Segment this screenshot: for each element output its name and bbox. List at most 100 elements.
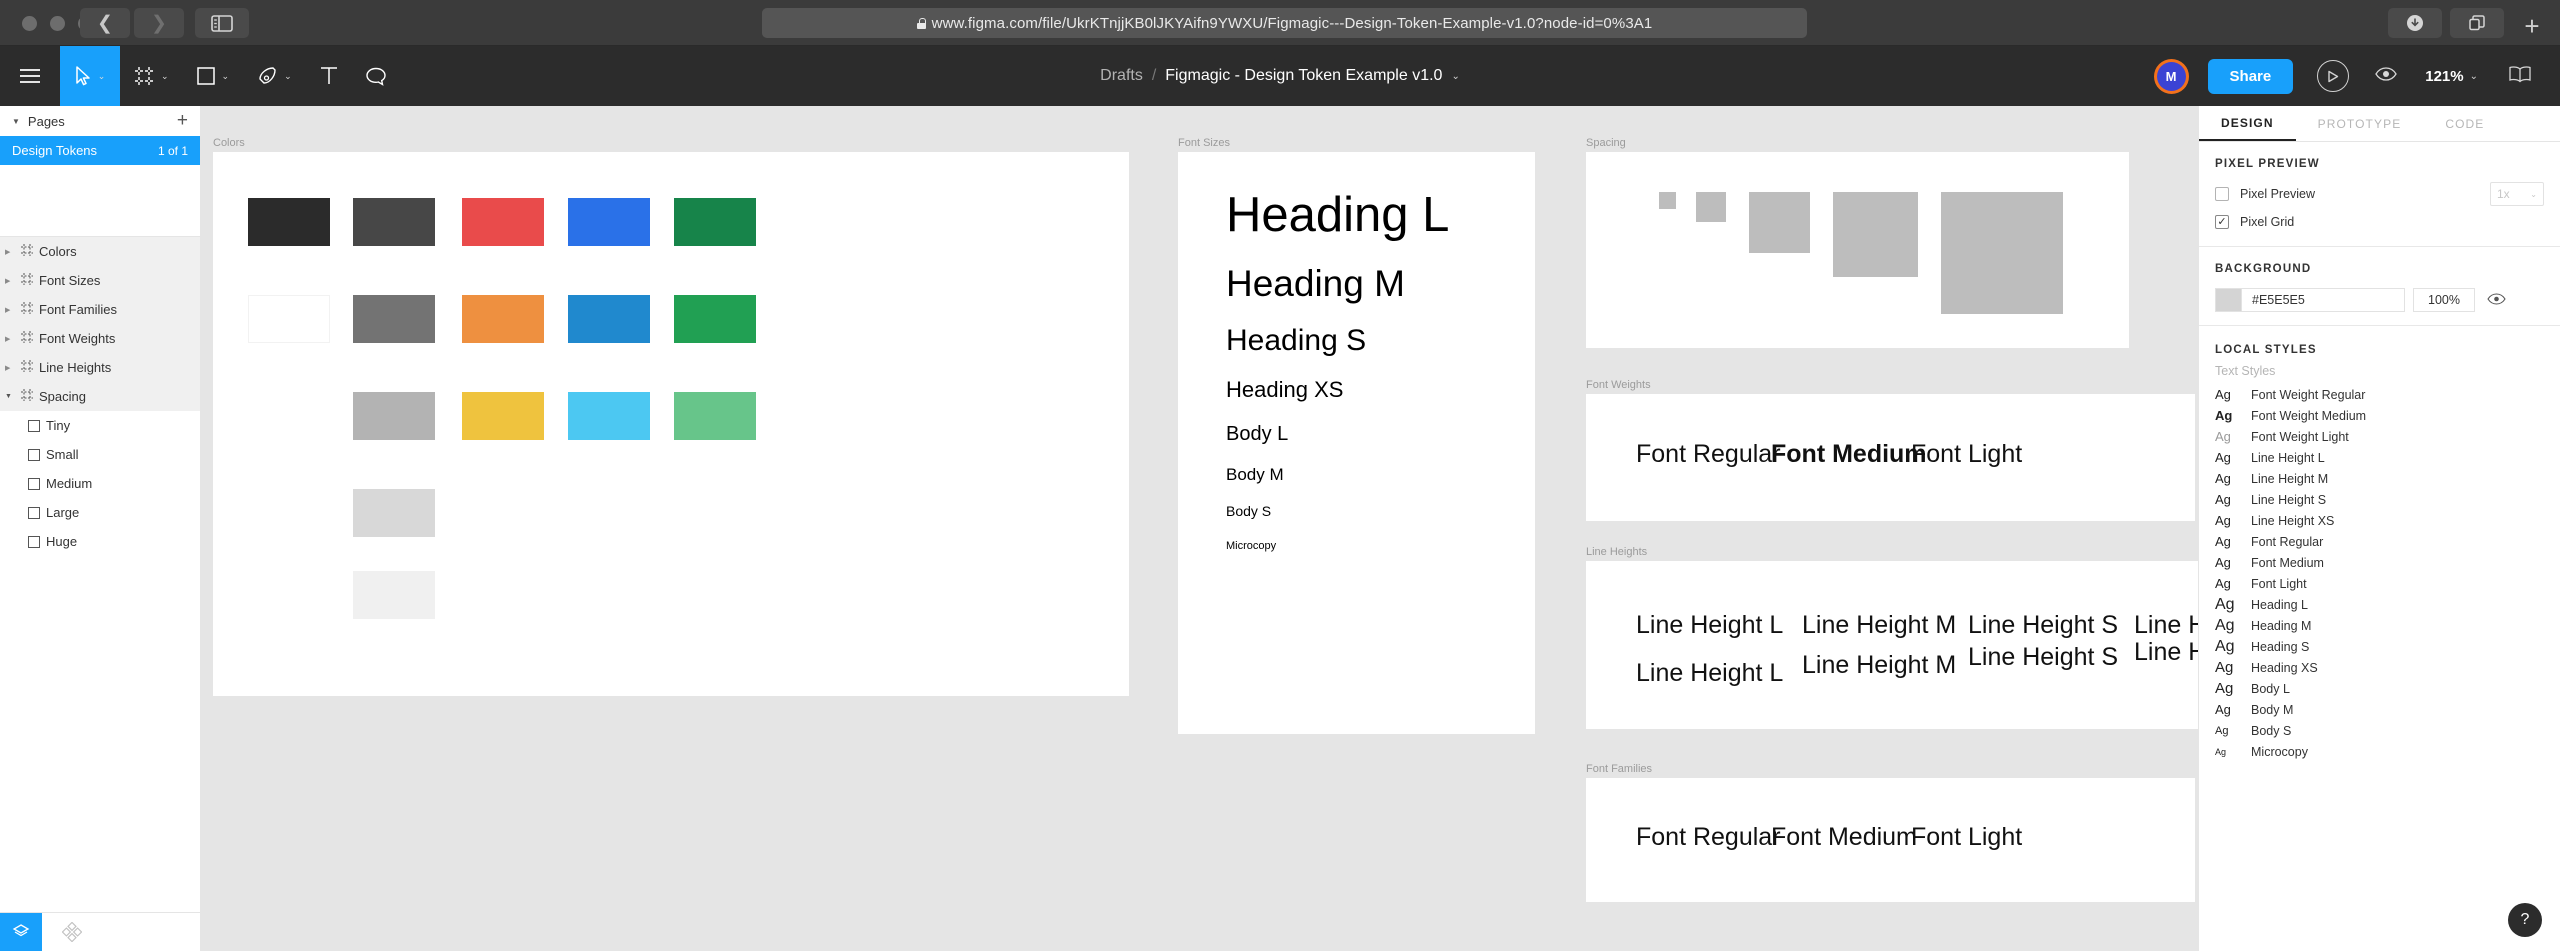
frame-label-colors[interactable]: Colors [213, 137, 245, 149]
figma-canvas[interactable]: Colors Font Sizes Heading L Heading M Head… [201, 106, 2198, 951]
color-swatch[interactable] [353, 392, 435, 440]
font-weight-sample-font-regular[interactable]: Font Regular [1636, 440, 1781, 469]
layer-row-tiny[interactable]: Tiny [0, 411, 200, 440]
font-weight-sample-font-light[interactable]: Font Light [1911, 440, 2022, 469]
frame-tool-button[interactable]: ⌄ [120, 46, 183, 106]
library-button[interactable] [2508, 65, 2532, 88]
font-size-sample-microcopy[interactable]: Microcopy [1226, 540, 1276, 552]
text-style-row-font-medium[interactable]: Ag Font Medium [2199, 552, 2560, 573]
tab-design[interactable]: DESIGN [2199, 106, 2296, 141]
minimize-window-button[interactable] [50, 16, 65, 31]
color-swatch[interactable] [248, 295, 330, 343]
move-tool-button[interactable]: ⌄ [60, 46, 120, 106]
footer-layers-tab[interactable] [0, 913, 42, 951]
breadcrumb-caret-icon[interactable]: ⌄ [1451, 71, 1459, 82]
layer-expand-caret-icon[interactable]: ▶ [5, 248, 15, 256]
color-swatch[interactable] [674, 295, 756, 343]
color-swatch[interactable] [462, 198, 544, 246]
frame-font-sizes[interactable]: Heading L Heading M Heading S Heading XS Bod… [1178, 152, 1535, 734]
spacing-block-large[interactable] [1833, 192, 1918, 277]
text-style-row-font-weight-regular[interactable]: Ag Font Weight Regular [2199, 384, 2560, 405]
frame-label-line-heights[interactable]: Line Heights [1586, 546, 1647, 558]
zoom-level-label[interactable]: 121% [2425, 68, 2463, 85]
color-swatch[interactable] [353, 571, 435, 619]
line-height-sample-line-height-s[interactable]: Line Height S Line Height S [1968, 611, 2118, 672]
browser-forward-button[interactable]: ❯ [134, 8, 184, 38]
color-swatch[interactable] [353, 295, 435, 343]
text-style-row-body-m[interactable]: Ag Body M [2199, 699, 2560, 720]
browser-new-tab-button[interactable]: + [2512, 6, 2552, 46]
footer-assets-tab[interactable] [42, 913, 102, 951]
color-swatch[interactable] [674, 392, 756, 440]
font-size-sample-heading-m[interactable]: Heading M [1226, 263, 1405, 304]
font-family-sample-font-medium[interactable]: Font Medium [1771, 823, 1917, 852]
font-size-sample-body-s[interactable]: Body S [1226, 503, 1271, 520]
font-size-sample-body-l[interactable]: Body L [1226, 423, 1288, 445]
layer-row-medium[interactable]: Medium [0, 469, 200, 498]
layer-expand-caret-icon[interactable]: ▶ [5, 277, 15, 285]
help-button[interactable]: ? [2508, 903, 2542, 937]
color-swatch[interactable] [462, 295, 544, 343]
text-style-row-font-regular[interactable]: Ag Font Regular [2199, 531, 2560, 552]
color-swatch[interactable] [353, 198, 435, 246]
share-button[interactable]: Share [2207, 58, 2294, 94]
pixel-grid-row[interactable]: ✓ Pixel Grid [2199, 208, 2560, 236]
font-size-sample-heading-l[interactable]: Heading L [1226, 188, 1449, 243]
layer-row-line-heights[interactable]: ▶ Line Heights [0, 353, 200, 382]
color-swatch[interactable] [248, 198, 330, 246]
layer-expand-caret-icon[interactable]: ▶ [5, 364, 15, 372]
pixel-preview-scale-select[interactable]: 1x ⌄ [2490, 182, 2544, 206]
color-swatch[interactable] [568, 295, 650, 343]
page-item-design-tokens[interactable]: Design Tokens 1 of 1 [0, 136, 200, 165]
pages-collapse-caret-icon[interactable]: ▼ [12, 117, 20, 126]
color-swatch[interactable] [462, 392, 544, 440]
browser-back-button[interactable]: ❮ [80, 8, 130, 38]
browser-copy-tabs-button[interactable] [2450, 8, 2504, 38]
browser-sidebar-toggle-button[interactable] [195, 8, 249, 38]
text-style-row-line-height-m[interactable]: Ag Line Height M [2199, 468, 2560, 489]
line-height-sample-line-height-m[interactable]: Line Height M Line Height M [1802, 611, 1956, 680]
font-family-sample-font-regular[interactable]: Font Regular [1636, 823, 1781, 852]
frame-colors[interactable] [213, 152, 1129, 696]
spacing-block-medium[interactable] [1749, 192, 1810, 253]
frame-label-spacing[interactable]: Spacing [1586, 137, 1626, 149]
text-style-row-line-height-s[interactable]: Ag Line Height S [2199, 489, 2560, 510]
layer-row-font-weights[interactable]: ▶ Font Weights [0, 324, 200, 353]
frame-spacing[interactable] [1586, 152, 2129, 348]
present-button[interactable] [2317, 60, 2350, 92]
layer-row-huge[interactable]: Huge [0, 527, 200, 556]
avatar[interactable]: M [2156, 61, 2186, 91]
color-swatch[interactable] [674, 198, 756, 246]
layer-row-spacing[interactable]: ▼ Spacing [0, 382, 200, 411]
frame-line-heights[interactable]: Line Height L Line Height L Line Height ML… [1586, 561, 2198, 729]
color-swatch[interactable] [568, 392, 650, 440]
layer-expand-caret-icon[interactable]: ▶ [5, 306, 15, 314]
frame-tool-caret-icon[interactable]: ⌄ [161, 71, 169, 82]
spacing-block-small[interactable] [1696, 192, 1726, 222]
shape-tool-caret-icon[interactable]: ⌄ [222, 71, 230, 82]
background-color-chip[interactable] [2215, 288, 2241, 312]
zoom-caret-icon[interactable]: ⌄ [2470, 71, 2478, 82]
spacing-block-tiny[interactable] [1659, 192, 1676, 209]
close-window-button[interactable] [22, 16, 37, 31]
text-style-row-microcopy[interactable]: Ag Microcopy [2199, 741, 2560, 762]
browser-url-bar[interactable]: www.figma.com/file/UkrKTnjjKB0lJKYAifn9Y… [762, 8, 1807, 38]
layer-row-colors[interactable]: ▶ Colors [0, 237, 200, 266]
text-style-row-line-height-l[interactable]: Ag Line Height L [2199, 447, 2560, 468]
pen-tool-button[interactable]: ⌄ [243, 46, 306, 106]
pixel-grid-checkbox[interactable]: ✓ [2215, 215, 2229, 229]
text-style-row-heading-xs[interactable]: Ag Heading XS [2199, 657, 2560, 678]
background-opacity-field[interactable]: 100% [2413, 288, 2475, 312]
frame-label-font-weights[interactable]: Font Weights [1586, 379, 1651, 391]
text-style-row-line-height-xs[interactable]: Ag Line Height XS [2199, 510, 2560, 531]
pen-tool-caret-icon[interactable]: ⌄ [284, 71, 292, 82]
background-visibility-button[interactable] [2487, 292, 2506, 308]
line-height-sample-line-height-xs[interactable]: Line Height XSLine Height XS [2134, 611, 2198, 667]
browser-downloads-button[interactable] [2388, 8, 2442, 38]
color-swatch[interactable] [568, 198, 650, 246]
line-height-sample-line-height-l[interactable]: Line Height L Line Height L [1636, 611, 1783, 688]
breadcrumb-filename[interactable]: Figmagic - Design Token Example v1.0 [1165, 67, 1442, 85]
spacing-block-huge[interactable] [1941, 192, 2063, 314]
figma-main-menu-button[interactable] [0, 46, 60, 106]
layer-row-small[interactable]: Small [0, 440, 200, 469]
